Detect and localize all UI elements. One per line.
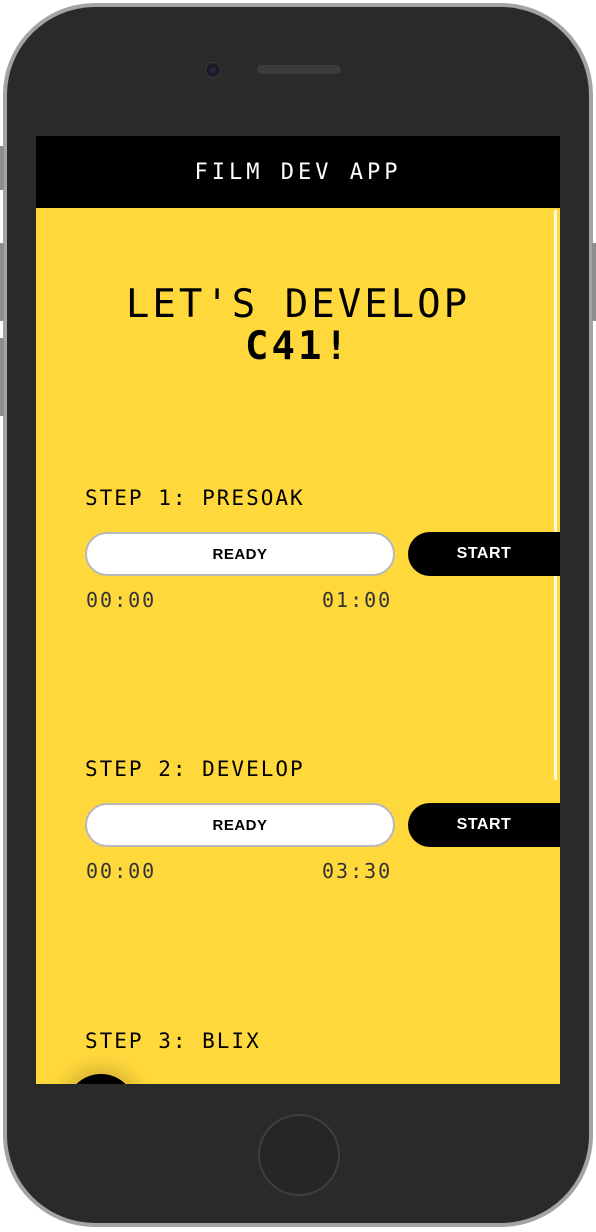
mute-switch [0,146,4,190]
status-pill: READY [85,803,395,847]
power-button [592,243,596,321]
duration-time: 03:30 [322,859,393,883]
volume-down-button [0,338,4,416]
start-button[interactable]: START [408,532,560,576]
floating-action-button[interactable] [66,1074,136,1084]
app-screen: FILM DEV APP LET'S DEVELOP C41! STEP 1: … [36,136,560,1084]
page-title-line1: LET'S DEVELOP [125,282,471,327]
page-title-line2: C41! [245,324,351,369]
volume-up-button [0,243,4,321]
earpiece-speaker [257,65,341,74]
front-camera-icon [205,62,221,78]
status-pill: READY [85,532,395,576]
step-title: STEP 2: DEVELOP [85,757,305,781]
page-title: LET'S DEVELOP C41! [36,284,560,368]
elapsed-time: 00:00 [86,588,157,612]
home-button[interactable] [258,1114,340,1196]
app-header: FILM DEV APP [36,136,560,208]
step-title: STEP 1: PRESOAK [85,486,305,510]
app-title: FILM DEV APP [194,159,402,185]
elapsed-time: 00:00 [86,859,157,883]
start-button[interactable]: START [408,803,560,847]
step-title: STEP 3: BLIX [85,1029,261,1053]
duration-time: 01:00 [322,588,393,612]
